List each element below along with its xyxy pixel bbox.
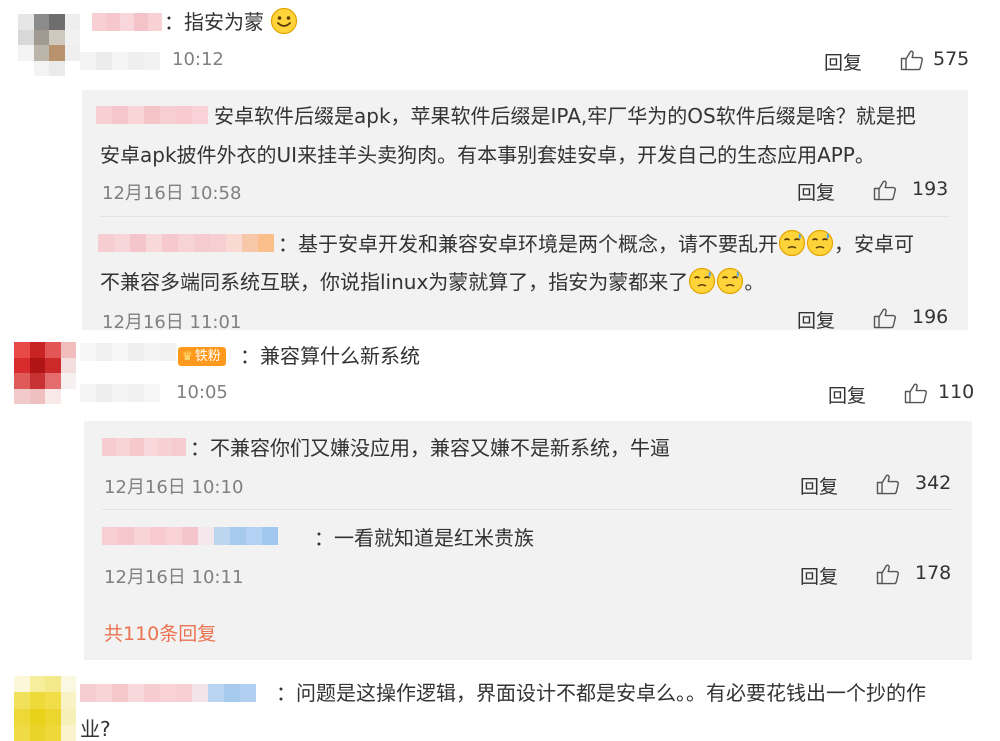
comment-time: 10:05	[176, 382, 228, 403]
reply-button[interactable]: 回复	[800, 472, 838, 499]
like-count: 196	[912, 306, 949, 328]
comment-text: 业?	[80, 717, 111, 741]
reply-text: 安卓apk披件外衣的UI来挂羊头卖狗肉。有本事别套娃安卓，开发自己的生态应用AP…	[100, 143, 875, 167]
divider	[100, 216, 950, 217]
reply-button[interactable]: 回复	[797, 306, 835, 333]
reply-text: ：不兼容你们又嫌没应用，兼容又嫌不是新系统，牛逼	[190, 436, 670, 460]
avatar[interactable]	[14, 342, 76, 404]
reply-button[interactable]: 回复	[828, 381, 866, 408]
comment-time: 10:12	[172, 49, 224, 70]
avatar[interactable]	[18, 14, 80, 76]
like-button[interactable]	[900, 49, 924, 71]
like-count: 110	[938, 381, 975, 403]
like-button[interactable]	[873, 307, 897, 329]
username-blurred[interactable]	[96, 106, 208, 124]
smile-emoji	[271, 7, 298, 35]
username-blurred[interactable]	[92, 13, 162, 31]
reply-time: 12月16日 10:10	[104, 477, 244, 498]
reply-time: 12月16日 10:58	[102, 183, 242, 204]
reply-text: ：基于安卓开发和兼容安卓环境是两个概念，请不要乱开 ，安卓可	[278, 229, 914, 259]
like-count: 342	[915, 472, 952, 494]
username-blurred[interactable]	[102, 438, 186, 456]
like-count: 575	[933, 48, 970, 70]
username-blurred[interactable]	[80, 684, 256, 702]
comment-text: ：兼容算什么新系统	[240, 344, 420, 368]
meta-blurred	[80, 384, 160, 402]
like-button[interactable]	[904, 382, 928, 404]
like-button[interactable]	[876, 563, 900, 585]
thumb-up-icon	[900, 50, 923, 71]
view-all-replies-link[interactable]: 共110条回复	[104, 619, 216, 646]
sweat-emoji	[778, 229, 806, 257]
thumb-up-icon	[904, 383, 927, 404]
thumb-up-icon	[873, 180, 896, 201]
avatar[interactable]	[14, 676, 76, 741]
thumb-up-icon	[876, 474, 899, 495]
sweat-emoji	[717, 267, 744, 295]
reply-time: 12月16日 10:11	[104, 567, 244, 588]
meta-blurred	[80, 52, 160, 70]
like-button[interactable]	[876, 473, 900, 495]
reply-text: ：一看就知道是红米贵族	[314, 526, 534, 550]
reply-button[interactable]: 回复	[797, 178, 835, 205]
username-blurred[interactable]	[102, 527, 278, 545]
sweat-emoji	[806, 229, 834, 257]
reply-button[interactable]: 回复	[800, 562, 838, 589]
reply-text: 不兼容多端同系统互联，你说指linux为蒙就算了，指安为蒙都来了。	[100, 267, 764, 297]
crown-icon: ♛	[182, 349, 193, 363]
divider	[102, 509, 952, 510]
reply-text: 安卓软件后缀是apk，苹果软件后缀是IPA,牢厂华为的OS软件后缀是啥？就是把	[214, 104, 916, 128]
like-button[interactable]	[873, 179, 897, 201]
reply-button[interactable]: 回复	[824, 48, 862, 75]
like-count: 178	[915, 562, 952, 584]
fan-badge[interactable]: ♛ 铁粉	[178, 347, 226, 366]
like-count: 193	[912, 178, 949, 200]
comment-text: ：指安为蒙	[164, 7, 298, 37]
thumb-up-icon	[873, 308, 896, 329]
thumb-up-icon	[876, 564, 899, 585]
reply-time: 12月16日 11:01	[102, 312, 242, 333]
username-blurred[interactable]	[98, 234, 274, 252]
username-blurred[interactable]	[80, 343, 176, 361]
sweat-emoji	[689, 267, 716, 295]
comment-text: ：问题是这操作逻辑，界面设计不都是安卓么。。有必要花钱出一个抄的作	[276, 681, 926, 705]
